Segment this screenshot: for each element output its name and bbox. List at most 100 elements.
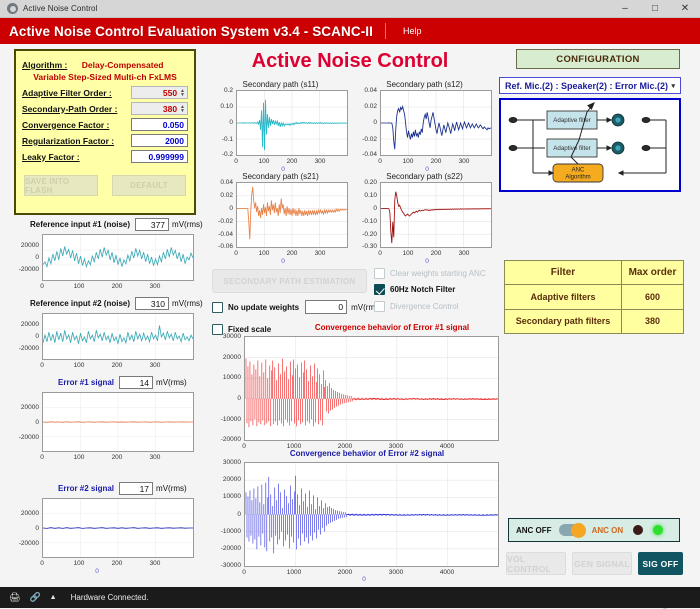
x-tick: 100 <box>256 250 272 257</box>
x-tick: 0 <box>34 283 50 290</box>
error-1-value: 14 <box>119 376 153 389</box>
spinner-arrows-icon[interactable]: ▲▼ <box>180 105 185 113</box>
y-tick: 20000 <box>10 321 39 328</box>
spinner-arrows-icon[interactable]: ▲▼ <box>180 89 185 97</box>
y-tick: -0.30 <box>352 243 377 250</box>
x-tick: 100 <box>68 560 90 567</box>
y-tick: 0 <box>10 525 39 532</box>
error-1-header: Error #1 signal 14 mV(rms) <box>58 376 187 389</box>
algorithm-label: Algorithm : <box>22 60 67 70</box>
y-tick: 0 <box>212 511 241 518</box>
error-2-unit: mV(rms) <box>156 484 187 493</box>
param-row-leaky-factor: Leaky Factor : 0.999999 <box>16 150 194 163</box>
link-icon[interactable]: 🔗 <box>29 592 40 603</box>
status-message: Hardware Connected. <box>71 593 149 602</box>
configuration-button[interactable]: CONFIGURATION <box>516 49 680 69</box>
printer-icon[interactable]: 🖨 <box>9 592 20 603</box>
gen-signal-button[interactable]: GEN SIGNAL <box>572 552 632 575</box>
menu-item-help[interactable]: Help <box>400 24 425 38</box>
y-tick: -10000 <box>212 528 241 535</box>
y-tick: -30000 <box>212 562 241 569</box>
x-tick: 100 <box>400 158 416 165</box>
divergence-control-label: Divergence Control <box>390 302 458 311</box>
svg-text:Algorithm: Algorithm <box>565 175 590 181</box>
save-into-flash-button[interactable]: SAVE INTO FLASH <box>24 175 98 196</box>
chart-secondary-path-s21: Secondary path (s21) 0.04 0.02 <box>208 172 353 267</box>
close-icon[interactable]: ✕ <box>670 0 700 18</box>
vol-control-button[interactable]: VOL CONTROL <box>506 552 566 575</box>
y-tick: 0 <box>10 254 39 261</box>
toggle-knob <box>571 523 586 538</box>
y-tick: 0.10 <box>208 103 233 110</box>
plot-canvas <box>42 498 194 558</box>
no-update-weights-value-field[interactable]: 0 <box>305 300 347 314</box>
y-tick: -0.06 <box>208 243 233 250</box>
secondary-path-estimation-button[interactable]: SECONDARY PATH ESTIMATION <box>212 269 367 293</box>
no-update-weights-checkbox[interactable] <box>212 302 223 313</box>
y-tick: 20000 <box>10 242 39 249</box>
clear-weights-row: Clear weights starting ANC <box>374 268 486 279</box>
x-tick: 100 <box>68 362 90 369</box>
x-tick: 200 <box>106 362 128 369</box>
configuration-diagram: Adaptive filter Adaptive filter <box>499 98 681 192</box>
y-tick: 20000 <box>10 510 39 517</box>
x-tick: 300 <box>144 560 166 567</box>
regularization-factor-field[interactable]: 2000 <box>131 134 188 147</box>
cell-max-order: 380 <box>621 309 683 333</box>
convergence-factor-field[interactable]: 0.050 <box>131 118 188 131</box>
window-controls: – □ ✕ <box>610 0 700 18</box>
x-tick: 300 <box>144 454 166 461</box>
secondary-path-order-stepper[interactable]: 380 ▲▼ <box>131 102 188 115</box>
plot-area: 30000 20000 10000 0 -10000 -20000 -30000… <box>212 459 502 584</box>
x-tick: 0 <box>228 250 244 257</box>
param-row-secondary-path-order: Secondary-Path Order : 380 ▲▼ <box>16 102 194 115</box>
plot-canvas <box>380 182 492 248</box>
chevron-down-icon[interactable]: ▾ <box>671 82 675 90</box>
y-tick: -20000 <box>212 545 241 552</box>
x-tick: 200 <box>284 250 300 257</box>
notch-filter-checkbox[interactable] <box>374 284 385 295</box>
error-2-label: Error #2 signal <box>58 484 114 493</box>
x-tick: 200 <box>106 454 128 461</box>
sig-off-button[interactable]: SIG OFF <box>638 552 683 575</box>
y-tick: 20000 <box>212 354 241 361</box>
y-tick: 0 <box>10 419 39 426</box>
x-tick: 0 <box>236 569 252 576</box>
y-tick: 0 <box>208 205 233 212</box>
app-header: Active Noise Control Evaluation System v… <box>0 18 700 44</box>
plot-canvas <box>236 182 348 248</box>
os-titlebar: Active Noise Control – □ ✕ <box>0 0 700 18</box>
param-row-adaptive-filter-order: Adaptive Filter Order : 550 ▲▼ <box>16 86 194 99</box>
param-label: Leaky Factor : <box>22 152 131 162</box>
app-icon <box>7 3 18 14</box>
maximize-icon[interactable]: □ <box>640 0 670 18</box>
default-button[interactable]: DEFAULT <box>112 175 186 196</box>
y-tick: -0.2 <box>208 151 233 158</box>
leaky-factor-field[interactable]: 0.999999 <box>131 150 188 163</box>
configuration-select[interactable]: Ref. Mic.(2) : Speaker(2) : Error Mic.(2… <box>499 77 681 94</box>
reference-input-1-label: Reference input #1 (noise) <box>30 220 130 229</box>
x-tick: 300 <box>144 283 166 290</box>
plot-area: 20000 0 -20000 0 100 200 300 <box>10 392 200 467</box>
caret-up-icon[interactable]: ▲ <box>50 594 57 601</box>
adaptive-filter-order-stepper[interactable]: 550 ▲▼ <box>131 86 188 99</box>
x-tick: 2000 <box>334 569 356 576</box>
divergence-control-checkbox[interactable] <box>374 301 385 312</box>
os-window-title: Active Noise Control <box>23 4 97 13</box>
x-tick: 300 <box>456 250 472 257</box>
y-tick: -0.02 <box>208 218 233 225</box>
clear-weights-checkbox[interactable] <box>374 268 385 279</box>
x-tick: 0 <box>34 454 50 461</box>
chart-convergence-error1: Convergence behavior of Error #1 signal <box>212 323 502 458</box>
y-tick: 0 <box>212 395 241 402</box>
anc-toggle-switch[interactable] <box>559 524 585 536</box>
reference-input-2-value: 310 <box>135 297 169 310</box>
x-axis-label: 0 <box>420 258 434 265</box>
anc-toggle-panel[interactable]: ANC OFF ANC ON <box>508 518 680 542</box>
plot-area: 0.04 0.02 0 -0.02 -0.04 0 100 200 300 0 <box>352 90 497 175</box>
minimize-icon[interactable]: – <box>610 0 640 18</box>
reference-input-2-header: Reference input #2 (noise) 310 mV(rms) <box>30 297 203 310</box>
parameters-panel: Algorithm : Delay-Compensated Variable S… <box>14 49 196 215</box>
reference-input-2-label: Reference input #2 (noise) <box>30 299 130 308</box>
y-tick: 0.04 <box>208 179 233 186</box>
